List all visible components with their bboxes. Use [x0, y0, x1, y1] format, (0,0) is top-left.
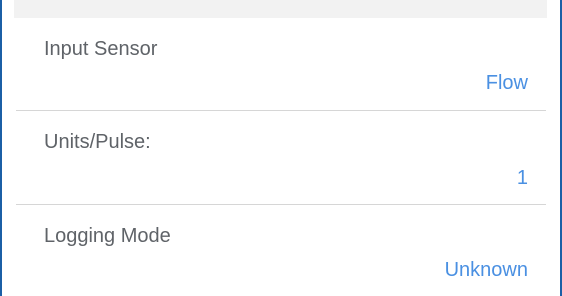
logging-mode-label: Logging Mode [44, 225, 171, 247]
input-sensor-label: Input Sensor [44, 38, 158, 60]
logging-mode-row[interactable]: Logging Mode Unknown [16, 205, 546, 296]
units-per-pulse-value: 1 [516, 167, 528, 189]
input-sensor-value: Flow [485, 72, 528, 94]
top-header-strip [14, 0, 547, 18]
logging-mode-value: Unknown [444, 259, 528, 281]
units-per-pulse-row[interactable]: Units/Pulse: 1 [16, 111, 546, 203]
input-sensor-row[interactable]: Input Sensor Flow [16, 18, 546, 110]
settings-panel: Input Sensor Flow Units/Pulse: 1 Logging… [0, 0, 562, 296]
units-per-pulse-label: Units/Pulse: [44, 131, 151, 153]
